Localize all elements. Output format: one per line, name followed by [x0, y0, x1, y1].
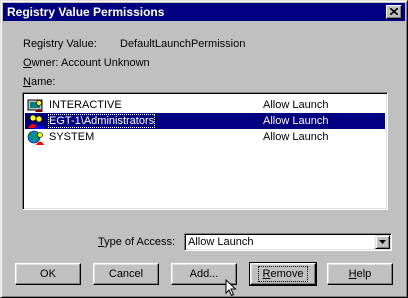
registry-value-label: Registry Value: — [23, 38, 97, 50]
group-icon — [28, 114, 44, 129]
close-button[interactable] — [386, 5, 402, 19]
cancel-button[interactable]: Cancel — [93, 263, 159, 285]
add-button-label: Add... — [189, 268, 219, 280]
close-icon — [390, 8, 398, 15]
registry-value: DefaultLaunchPermission — [120, 38, 246, 50]
permissions-list[interactable]: INTERACTIVE Allow Launch EGT-1\Administr… — [22, 92, 388, 210]
help-rest: elp — [356, 268, 372, 280]
cancel-button-label: Cancel — [108, 268, 144, 280]
remove-rest: emove — [270, 268, 304, 280]
owner-label-accel: O — [23, 57, 32, 69]
name-label: Name: — [23, 76, 55, 88]
title-bar[interactable]: Registry Value Permissions — [3, 3, 405, 21]
name-label-rest: ame: — [30, 76, 56, 88]
owner-value: Account Unknown — [61, 57, 150, 69]
permissions-dialog: Registry Value Permissions Registry Valu… — [0, 0, 408, 298]
help-button[interactable]: Help — [327, 263, 393, 285]
list-item-name: SYSTEM — [49, 131, 95, 143]
users-icon — [27, 99, 43, 112]
window-title: Registry Value Permissions — [7, 5, 165, 19]
list-item[interactable]: INTERACTIVE Allow Launch — [25, 97, 385, 113]
list-item-access: Allow Launch — [263, 115, 329, 127]
list-item-access: Allow Launch — [263, 99, 329, 111]
list-item[interactable]: EGT-1\Administrators Allow Launch — [25, 113, 385, 129]
list-item-name: INTERACTIVE — [49, 99, 122, 111]
ok-button-label: OK — [40, 268, 56, 280]
type-of-access-value: Allow Launch — [188, 236, 254, 248]
remove-button-label: Remove — [257, 266, 309, 282]
globe-user-icon — [27, 130, 44, 145]
ok-button[interactable]: OK — [15, 263, 81, 285]
name-label-accel: N — [23, 76, 31, 88]
type-of-access-label-rest: ype of Access: — [104, 236, 176, 248]
type-of-access-label: Type of Access: — [98, 236, 175, 248]
remove-button[interactable]: Remove — [249, 262, 317, 286]
chevron-down-icon — [379, 240, 386, 244]
list-item[interactable]: SYSTEM Allow Launch — [25, 129, 385, 145]
list-item-access: Allow Launch — [263, 131, 329, 143]
owner-label: Owner: — [23, 57, 58, 69]
list-item-name: EGT-1\Administrators — [47, 114, 156, 128]
owner-label-rest: wner: — [31, 57, 59, 69]
help-button-label: Help — [349, 268, 372, 280]
type-of-access-select[interactable]: Allow Launch — [184, 233, 392, 251]
mouse-pointer-icon — [225, 279, 237, 297]
dropdown-button[interactable] — [375, 235, 390, 249]
help-accel: H — [348, 268, 357, 280]
